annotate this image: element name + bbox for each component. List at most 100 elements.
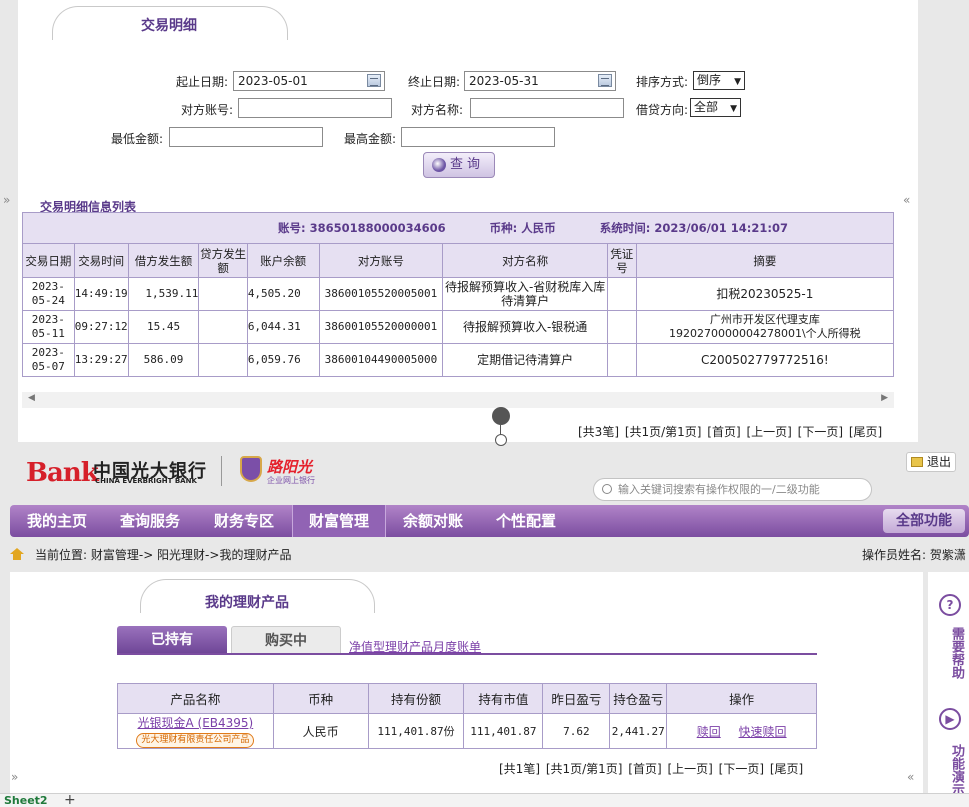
nav-item-home[interactable]: 我的主页: [27, 505, 87, 537]
tab-held[interactable]: 已持有: [117, 626, 227, 654]
expand-left-icon[interactable]: »: [3, 193, 10, 207]
breadcrumb-text[interactable]: 当前位置: 财富管理-> 阳光理财->我的理财产品: [35, 544, 291, 566]
col-header: 昨日盈亏: [542, 683, 611, 714]
table-row: 光银现金A (EB4395) 光大理财有限责任公司产品 人民币 111,401.…: [117, 713, 817, 749]
chevron-down-icon: ▼: [730, 104, 737, 114]
nav-item-balance[interactable]: 余额对账: [403, 505, 463, 537]
cell-date: 2023-05-24: [22, 277, 75, 311]
cell-counter-name: 待报解预算收入-省财税库入库待清算户: [442, 277, 608, 311]
cell-counter-account: 38600104490005000: [318, 343, 444, 377]
sheet-tab[interactable]: Sheet2: [4, 794, 48, 807]
col-header: 账户余额: [246, 243, 320, 278]
cell-credit: [198, 343, 248, 377]
direction-select[interactable]: 全部 ▼: [690, 98, 741, 117]
counter-account-input[interactable]: [238, 98, 392, 118]
col-header: 借方发生额: [127, 243, 200, 278]
main-nav: 我的主页 查询服务 财务专区 财富管理 余额对账 个性配置 全部功能: [10, 505, 969, 537]
cell-currency: 人民币: [272, 713, 369, 749]
nav-item-query[interactable]: 查询服务: [120, 505, 180, 537]
issuer-badge: 光大理财有限责任公司产品: [136, 733, 255, 748]
help-button[interactable]: 需要帮助: [936, 621, 964, 685]
system-time: 系统时间: 2023/06/01 14:21:07: [599, 221, 788, 235]
search-globe-icon: [432, 158, 446, 172]
nav-item-personal[interactable]: 个性配置: [496, 505, 556, 537]
sort-select[interactable]: 倒序 ▼: [693, 71, 745, 90]
min-amount-input[interactable]: [169, 127, 323, 147]
cell-counter-name: 待报解预算收入-银税通: [442, 310, 608, 344]
function-search-input[interactable]: 输入关键词搜索有操作权限的一/二级功能: [593, 478, 872, 501]
account-info-row: 账号: 38650188000034606 币种: 人民币 系统时间: 2023…: [22, 212, 894, 244]
table-row: 2023-05-24 14:49:19 1,539.11 4,505.20 38…: [22, 277, 895, 311]
product-table: 产品名称 币种 持有份额 持有市值 昨日盈亏 持仓盈亏 操作 光银现金A (EB…: [117, 683, 817, 749]
cell-time: 14:49:19: [73, 277, 129, 311]
home-icon[interactable]: [10, 548, 24, 560]
collapse-right-icon[interactable]: «: [907, 770, 914, 784]
sort-label: 排序方式:: [635, 75, 688, 89]
horizontal-scrollbar[interactable]: ◀ ▶: [22, 392, 894, 408]
cell-voucher: [606, 277, 637, 311]
logout-button[interactable]: 退出: [906, 452, 956, 472]
transaction-detail-panel: 交易明细 起止日期: 2023-05-01 终止日期: 2023-05-31 排…: [18, 0, 918, 442]
cell-actions: 赎回 快速赎回: [666, 713, 817, 749]
cell-debit: 15.45: [127, 310, 200, 344]
expand-left-icon[interactable]: »: [11, 770, 18, 784]
start-date-label: 起止日期:: [175, 75, 228, 89]
tab-buying[interactable]: 购买中: [231, 626, 341, 654]
logout-icon: [911, 457, 923, 467]
all-functions-button[interactable]: 全部功能: [883, 509, 965, 533]
query-button[interactable]: 查询: [423, 152, 495, 178]
cell-date: 2023-05-07: [22, 343, 75, 377]
tab-underline: [117, 653, 817, 655]
start-date-input[interactable]: 2023-05-01: [233, 71, 385, 91]
scroll-left-icon[interactable]: ◀: [28, 393, 35, 403]
calendar-icon[interactable]: [598, 74, 612, 87]
sub-brand-text: 路阳光: [267, 458, 313, 476]
max-amount-label: 最高金额:: [343, 132, 396, 146]
col-header: 交易时间: [73, 243, 129, 278]
bank-logo-en: CHINA EVERBRIGHT BANK: [95, 477, 197, 485]
nav-item-wealth[interactable]: 财富管理: [292, 505, 386, 537]
cell-memo: 广州市开发区代理支库1920270000004278001\个人所得税: [635, 310, 895, 344]
end-date-input[interactable]: 2023-05-31: [464, 71, 616, 91]
cell-memo: 扣税20230525-1: [635, 277, 895, 311]
wealth-panel: 我的理财产品 已持有 购买中 净值型理财产品月度账单 产品名称 币种 持有份额 …: [10, 572, 923, 807]
nav-item-finance[interactable]: 财务专区: [214, 505, 274, 537]
collapse-right-icon[interactable]: «: [903, 193, 910, 207]
detail-pager[interactable]: [共3笔] [共1页/第1页] [首页] [上一页] [下一页] [尾页]: [578, 423, 882, 440]
help-icon[interactable]: ?: [939, 594, 961, 616]
resize-handle[interactable]: [495, 434, 507, 446]
cell-date: 2023-05-11: [22, 310, 75, 344]
wealth-pager[interactable]: [共1笔] [共1页/第1页] [首页] [上一页] [下一页] [尾页]: [499, 760, 803, 777]
sub-brand-seal-icon: [240, 456, 262, 482]
add-sheet-button[interactable]: +: [64, 792, 76, 807]
cell-balance: 6,059.76: [246, 343, 320, 377]
cell-position-pnl: 2,441.27: [609, 713, 668, 749]
cell-credit: [198, 310, 248, 344]
cell-debit: 586.09: [127, 343, 200, 377]
cell-counter-name: 定期借记待清算户: [442, 343, 608, 377]
cell-product: 光银现金A (EB4395) 光大理财有限责任公司产品: [117, 713, 274, 749]
scroll-right-icon[interactable]: ▶: [881, 393, 888, 403]
product-link[interactable]: 光银现金A (EB4395): [118, 714, 273, 731]
fast-redeem-link[interactable]: 快速赎回: [739, 725, 787, 739]
cell-yesterday-pnl: 7.62: [542, 713, 611, 749]
rotate-handle-icon[interactable]: [492, 407, 510, 425]
max-amount-input[interactable]: [401, 127, 555, 147]
end-date-label: 终止日期:: [407, 75, 460, 89]
cell-balance: 4,505.20: [246, 277, 320, 311]
col-header: 持有份额: [367, 683, 465, 714]
cell-time: 09:27:12: [73, 310, 129, 344]
cell-market-value: 111,401.87: [463, 713, 544, 749]
breadcrumb: 当前位置: 财富管理-> 阳光理财->我的理财产品 操作员姓名: 贺紫潇: [10, 544, 969, 566]
counter-account-label: 对方账号:: [180, 103, 233, 117]
redeem-link[interactable]: 赎回: [697, 725, 721, 739]
bank-page: Bank 中国光大银行 CHINA EVERBRIGHT BANK 路阳光 企业…: [10, 446, 969, 807]
search-icon: [602, 484, 612, 494]
calendar-icon[interactable]: [367, 74, 381, 87]
wealth-tab-title: 我的理财产品: [205, 595, 289, 611]
cell-shares: 111,401.87份: [367, 713, 465, 749]
play-icon[interactable]: ▶: [939, 708, 961, 730]
counter-name-input[interactable]: [470, 98, 624, 118]
sub-brand-caption: 企业网上银行: [267, 476, 315, 485]
col-header: 贷方发生额: [198, 243, 248, 278]
